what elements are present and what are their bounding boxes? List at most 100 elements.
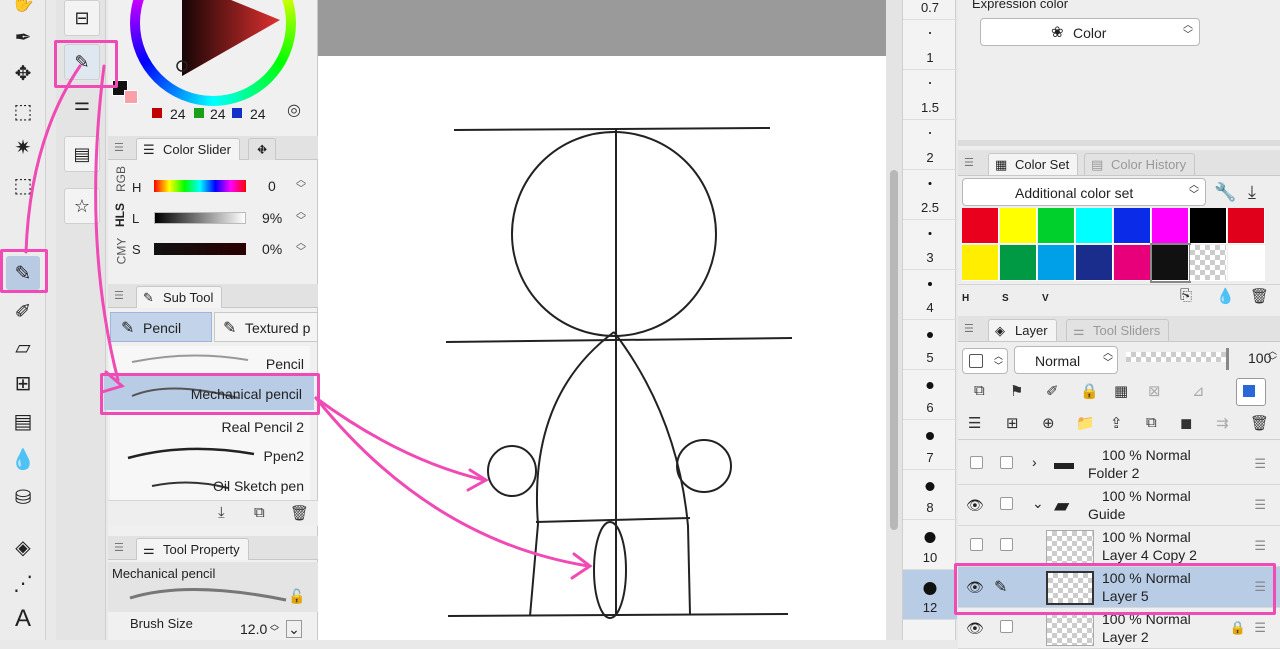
expand-icon[interactable]: ⌄ xyxy=(286,620,302,638)
color-swatch[interactable] xyxy=(1076,208,1113,244)
stepper-h[interactable]: ︿ ﹀ xyxy=(296,176,306,195)
layer-menu-icon[interactable]: ☰ xyxy=(1254,620,1266,636)
color-swatch[interactable] xyxy=(1150,243,1191,283)
color-swatch[interactable] xyxy=(962,208,999,244)
layer-properties-icon[interactable]: ☰ xyxy=(968,414,981,432)
layer-color-select[interactable]: ︿ ﹀ xyxy=(962,348,1008,374)
add-color-icon[interactable]: ⎘ xyxy=(1180,287,1192,304)
color-swatch[interactable] xyxy=(1000,208,1037,244)
layer-row-guide[interactable]: 👁 ⌄ ▰ 100 % Normal Guide ☰ xyxy=(958,485,1280,526)
tab-other-panel[interactable]: ⛖ xyxy=(248,138,277,160)
tab-color-slider[interactable]: ☰ Color Slider xyxy=(136,138,240,160)
sliders-icon[interactable]: ⚌ xyxy=(64,86,100,122)
brush-item-oil-sketch-pen[interactable]: Oil Sketch pen xyxy=(110,470,310,500)
wrench-icon[interactable]: 🔧 xyxy=(1214,182,1236,203)
tab-color-set[interactable]: ▦ Color Set xyxy=(988,153,1079,175)
download-icon[interactable]: ⤓ xyxy=(1248,182,1256,203)
tab-tool-sliders[interactable]: ⚌ Tool Sliders xyxy=(1066,319,1170,341)
color-swatch[interactable] xyxy=(962,245,999,281)
collapse-chevron-icon[interactable]: ⌄ xyxy=(1032,495,1044,512)
brush-size-8[interactable]: 8 xyxy=(903,470,957,520)
hand-icon[interactable]: ✋ xyxy=(6,0,40,18)
color-swatch[interactable] xyxy=(1038,245,1075,281)
layer-color-icon[interactable] xyxy=(1236,378,1266,406)
lock-checkbox[interactable] xyxy=(1000,456,1013,469)
color-swatch[interactable] xyxy=(1190,245,1227,281)
saturation-slider[interactable] xyxy=(154,243,246,255)
color-set-select[interactable]: Additional color set ︿ ﹀ xyxy=(962,178,1206,206)
add-drop-icon[interactable]: 💧 xyxy=(1216,287,1235,305)
new-folder-icon[interactable]: 📁 xyxy=(1076,414,1095,432)
star-icon[interactable]: ☆ xyxy=(64,188,100,224)
footer-s[interactable]: S xyxy=(1002,293,1009,304)
lock-transparency-icon[interactable]: ▦ xyxy=(1114,382,1128,400)
visibility-checkbox[interactable] xyxy=(970,538,983,551)
layer-row-folder-2[interactable]: › ▬ 100 % Normal Folder 2 ☰ xyxy=(958,444,1280,485)
trash-icon[interactable]: 🗑 xyxy=(1250,287,1269,305)
color-wheel[interactable] xyxy=(130,0,296,106)
mode-hls[interactable]: HLS xyxy=(113,203,127,227)
footer-v[interactable]: V xyxy=(1042,293,1049,304)
move-icon[interactable]: ✥ xyxy=(6,56,40,90)
color-swatch[interactable] xyxy=(1190,208,1227,244)
color-swatch[interactable] xyxy=(1114,208,1151,244)
lock-icon[interactable]: 🔓 xyxy=(288,588,305,605)
eye-icon[interactable]: 👁 xyxy=(966,497,984,513)
layer-menu-icon[interactable]: ☰ xyxy=(1254,538,1266,554)
brush-size-4[interactable]: 4 xyxy=(903,270,957,320)
sub-color-swatch[interactable] xyxy=(124,90,138,104)
lock-checkbox[interactable] xyxy=(1000,538,1013,551)
vector-icon[interactable]: ⋰ xyxy=(6,566,40,600)
combine-layer-icon[interactable]: ⧉ xyxy=(1146,414,1157,431)
fill-icon[interactable]: ▤ xyxy=(6,404,40,438)
sub-tool-group-textured[interactable]: ✎ Textured p xyxy=(214,312,318,342)
brush-item-ppen2[interactable]: Ppen2 xyxy=(110,440,310,470)
new-raster-layer-icon[interactable]: ⊞ xyxy=(1006,414,1019,432)
stepper-l[interactable]: ︿ ﹀ xyxy=(296,208,306,227)
reference-icon[interactable]: ⚑ xyxy=(1010,382,1023,400)
brush-size-value[interactable]: 12.0 xyxy=(240,621,267,637)
lightness-slider[interactable] xyxy=(154,212,246,224)
transfer-layer-icon[interactable]: ⇪ xyxy=(1110,414,1123,432)
lock-checkbox[interactable] xyxy=(1000,620,1013,633)
layer-menu-icon[interactable]: ☰ xyxy=(1254,497,1266,513)
brush-size-3[interactable]: 3 xyxy=(903,220,957,270)
brush-size-2.5[interactable]: 2.5 xyxy=(903,170,957,220)
opacity-handle[interactable] xyxy=(1226,348,1229,370)
brush-size-2[interactable]: 2 xyxy=(903,120,957,170)
color-swatch[interactable] xyxy=(1228,208,1265,244)
mode-cmy[interactable]: CMY xyxy=(114,238,128,265)
eraser-icon[interactable]: ▱ xyxy=(6,330,40,364)
duplicate-icon[interactable]: ⧉ xyxy=(254,504,265,521)
visibility-checkbox[interactable] xyxy=(970,456,983,469)
clip-icon[interactable]: ⧉ xyxy=(974,382,985,399)
mask-layer-icon[interactable]: ◼ xyxy=(1180,414,1192,432)
brush-item-real-pencil-2[interactable]: Real Pencil 2 xyxy=(110,412,310,440)
text-icon[interactable]: A xyxy=(6,602,40,636)
hue-slider[interactable] xyxy=(154,180,246,192)
expression-color-select[interactable]: ❀ Color ︿ ﹀ xyxy=(980,18,1200,46)
operation-icon[interactable]: ⬚ xyxy=(6,94,40,128)
auto-select-icon[interactable]: ✷ xyxy=(6,130,40,164)
brush-size-7[interactable]: 7 xyxy=(903,420,957,470)
mask-icon[interactable]: ⊠ xyxy=(1148,382,1161,400)
brush-size-0.7[interactable]: 0.7 xyxy=(903,0,957,20)
layer-row-layer-4-copy-2[interactable]: 100 % Normal Layer 4 Copy 2 ☰ xyxy=(958,526,1280,567)
layer-menu-icon[interactable]: ☰ xyxy=(1254,456,1266,472)
color-swatch[interactable] xyxy=(1000,245,1037,281)
color-swatch[interactable] xyxy=(1076,245,1113,281)
stepper-s[interactable]: ︿ ﹀ xyxy=(296,239,306,258)
delete-layer-icon[interactable]: 🗑 xyxy=(1250,414,1269,432)
color-swatch[interactable] xyxy=(1228,245,1265,281)
panel-icon[interactable]: ▤ xyxy=(64,136,100,172)
tab-layer[interactable]: ◈ Layer xyxy=(988,319,1057,341)
brush-icon[interactable]: ✐ xyxy=(6,294,40,328)
new-vector-layer-icon[interactable]: ⊕ xyxy=(1042,414,1055,432)
grid-icon[interactable]: ⊞ xyxy=(6,366,40,400)
expand-chevron-icon[interactable]: › xyxy=(1032,454,1037,470)
brush-size-1[interactable]: 1 xyxy=(903,20,957,70)
eyedropper-icon[interactable]: ✒ xyxy=(6,20,40,54)
color-swatch[interactable] xyxy=(1152,208,1189,244)
canvas-vertical-scrollbar[interactable] xyxy=(886,0,902,640)
color-swatch[interactable] xyxy=(1114,245,1151,281)
